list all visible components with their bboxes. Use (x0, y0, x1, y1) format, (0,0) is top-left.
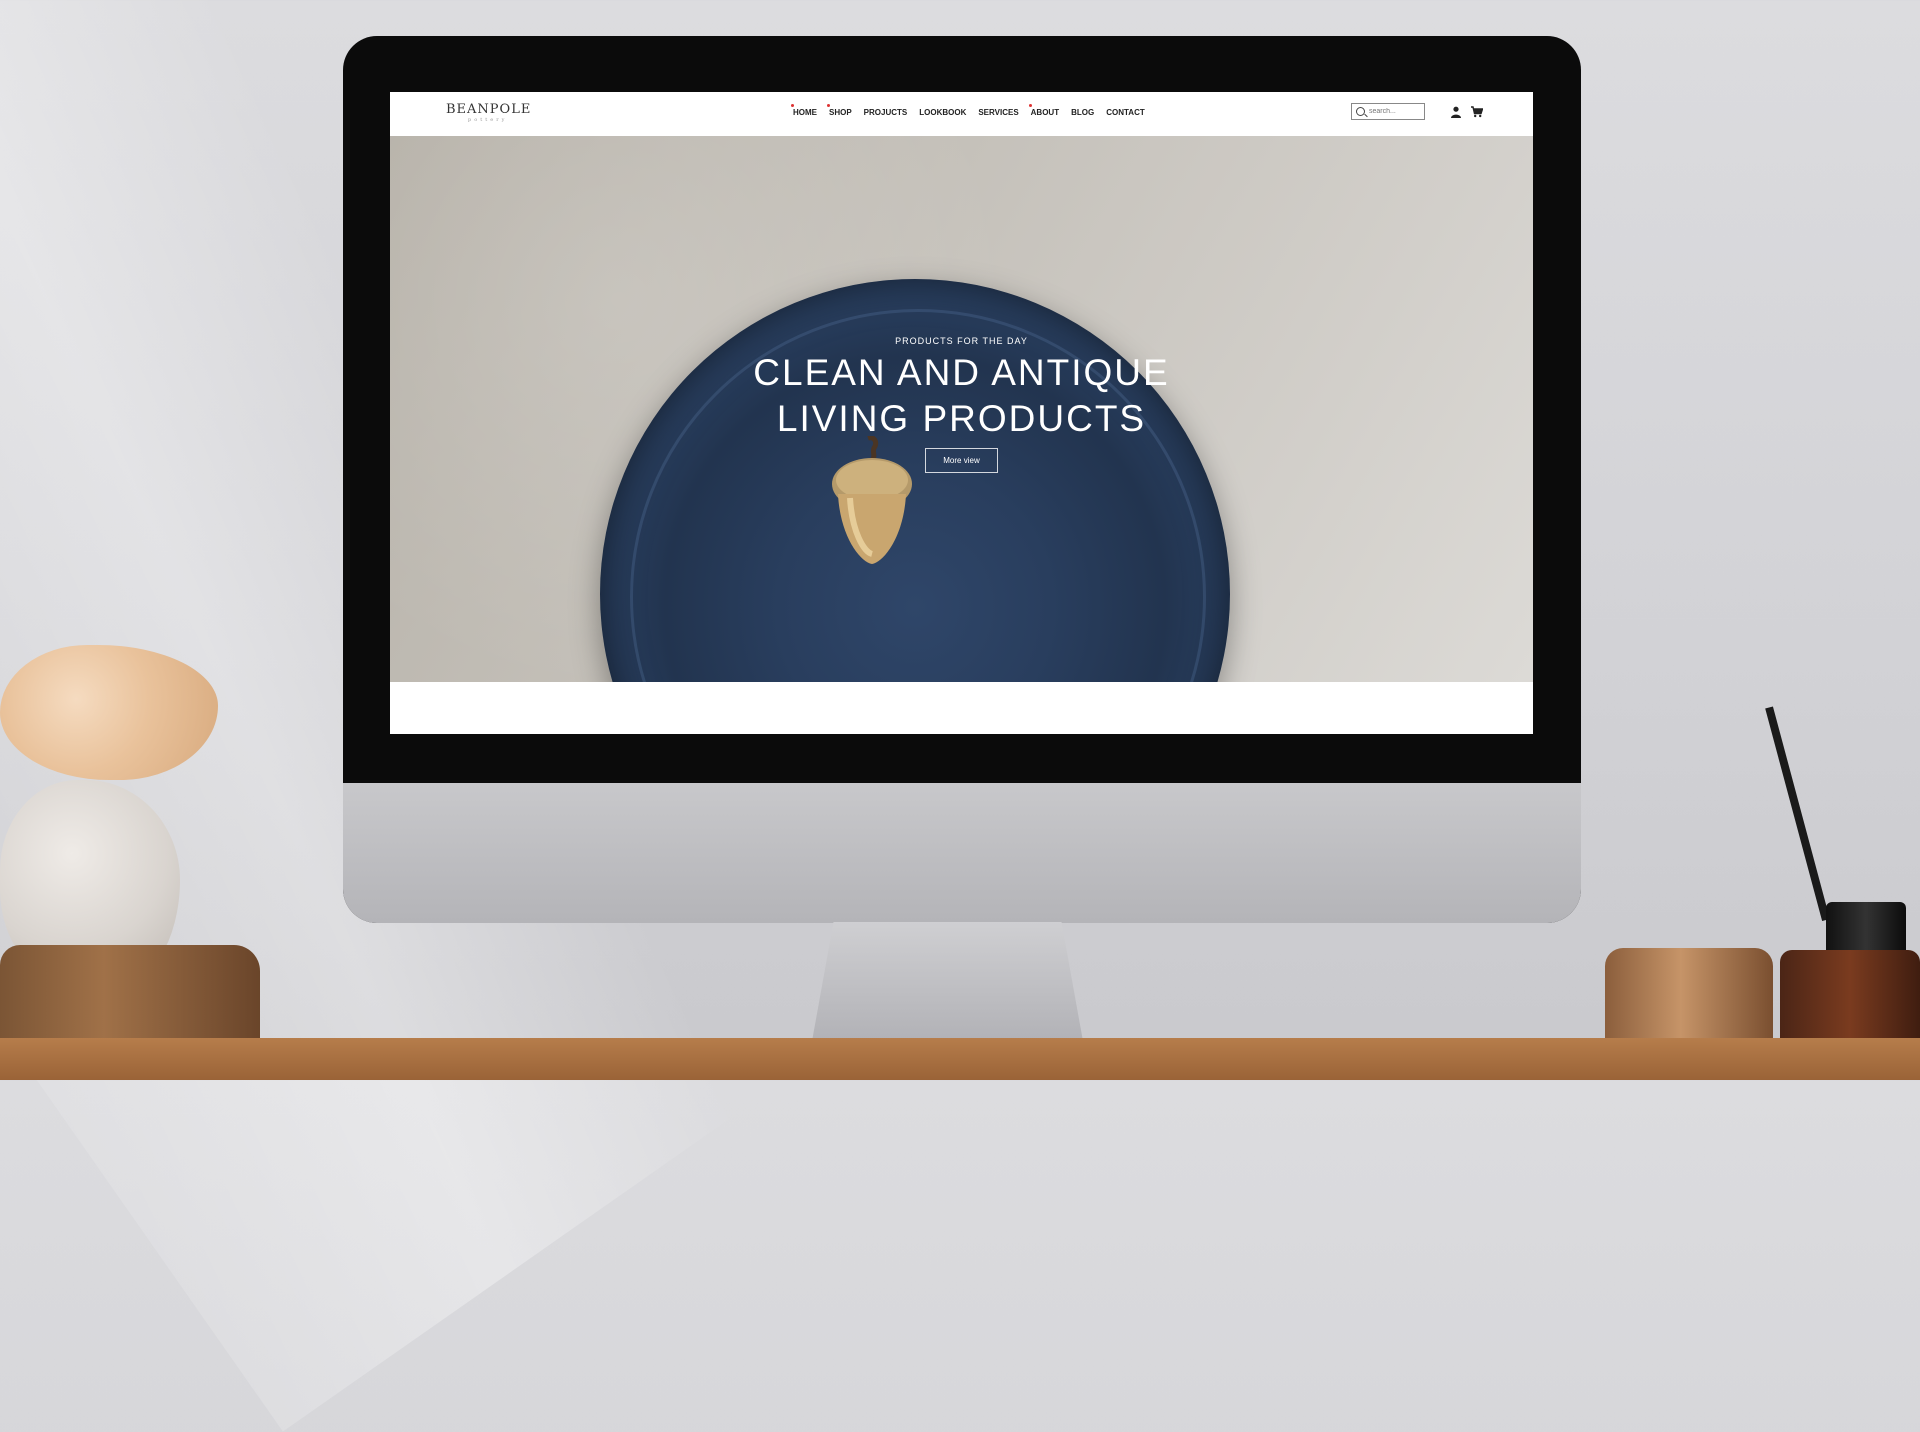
hero-title-line1: CLEAN AND ANTIQUE (753, 352, 1170, 393)
orange-rock (0, 645, 218, 780)
nav-blog[interactable]: BLOG (1071, 108, 1094, 117)
search-input[interactable] (1369, 108, 1421, 115)
search-box[interactable] (1351, 103, 1425, 120)
nav-projucts[interactable]: PROJUCTS (864, 108, 908, 117)
main-nav: HOME SHOP PROJUCTS LOOKBOOK SERVICES ABO… (791, 104, 1145, 117)
cart-icon[interactable] (1471, 106, 1483, 118)
diffuser-reed (1765, 706, 1830, 922)
hero-title-line2: LIVING PRODUCTS (776, 398, 1147, 439)
nav-contact[interactable]: CONTACT (1106, 108, 1145, 117)
website-screen: BEANPOLE pottery HOME SHOP PROJUCTS LOOK… (390, 92, 1533, 734)
hero-banner: PRODUCTS FOR THE DAY CLEAN AND ANTIQUE L… (390, 136, 1533, 682)
diffuser-cap (1826, 902, 1906, 956)
content-area (390, 682, 1533, 734)
nav-about[interactable]: ABOUT (1028, 104, 1059, 117)
hero-subtitle: PRODUCTS FOR THE DAY (895, 336, 1028, 346)
nav-lookbook[interactable]: LOOKBOOK (919, 108, 966, 117)
acorn-image (832, 436, 912, 564)
search-icon[interactable] (1356, 107, 1365, 116)
nav-services[interactable]: SERVICES (978, 108, 1018, 117)
logo-subtext: pottery (468, 117, 508, 123)
site-header: BEANPOLE pottery HOME SHOP PROJUCTS LOOK… (390, 92, 1533, 137)
nav-shop[interactable]: SHOP (827, 104, 852, 117)
wooden-desk (0, 1038, 1920, 1080)
hero-title: CLEAN AND ANTIQUE LIVING PRODUCTS (390, 350, 1533, 442)
monitor-chin (343, 783, 1581, 923)
user-icon[interactable] (1451, 106, 1461, 118)
site-logo[interactable]: BEANPOLE pottery (446, 102, 531, 123)
more-view-button[interactable]: More view (925, 448, 998, 473)
nav-home[interactable]: HOME (791, 104, 817, 117)
logo-text: BEANPOLE (446, 102, 532, 117)
